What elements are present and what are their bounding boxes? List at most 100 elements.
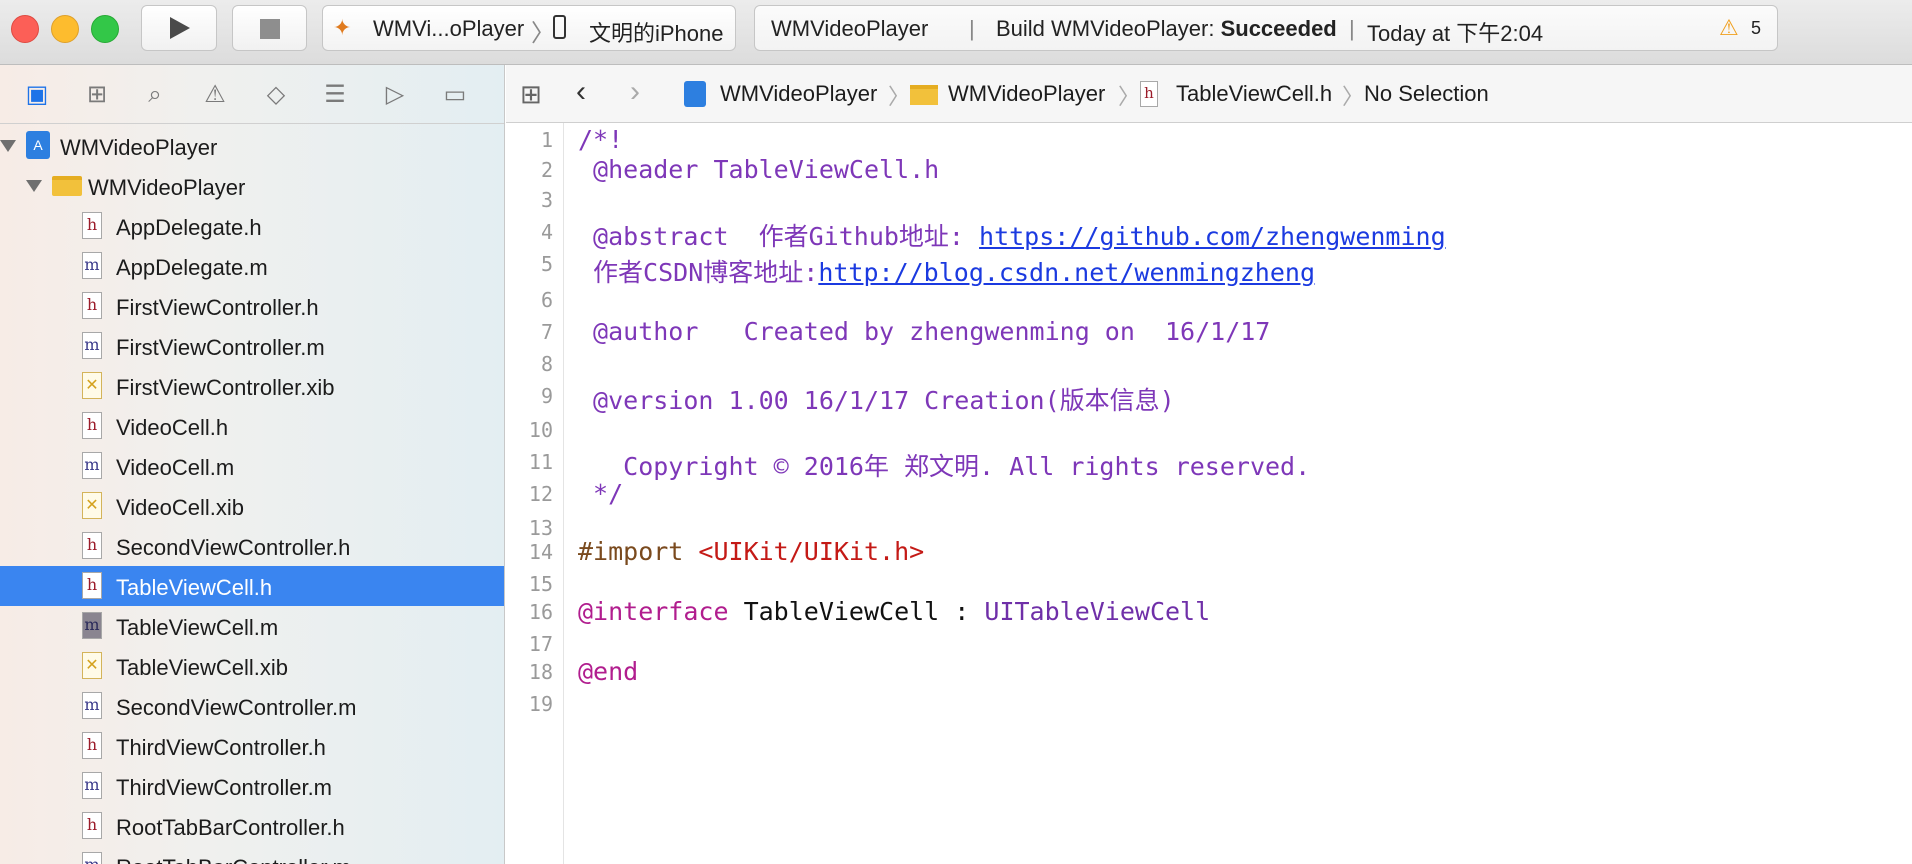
implementation-file-icon: m — [82, 252, 102, 279]
warning-icon[interactable]: ⚠ — [1719, 15, 1739, 41]
test-icon[interactable]: ◇ — [259, 78, 293, 112]
hierarchy-icon[interactable]: ⊞ — [80, 78, 114, 112]
line-number: 19 — [528, 692, 553, 716]
file-row[interactable]: m FirstViewController.m — [0, 326, 504, 366]
project-name: WMVideoPlayer — [60, 135, 218, 160]
file-row[interactable]: m SecondViewController.m — [0, 686, 504, 726]
code-line-11: Copyright © 2016年 郑文明. All rights reserv… — [578, 452, 1311, 481]
header-file-icon: h — [82, 732, 102, 759]
related-items-icon[interactable]: ⊞ — [520, 79, 542, 110]
file-row[interactable]: h VideoCell.h — [0, 406, 504, 446]
warning-count[interactable]: 5 — [1751, 18, 1761, 39]
jumpbar-project[interactable]: WMVideoPlayer — [720, 81, 877, 107]
toolbar: ✦ WMVi...oPlayer 〉 文明的iPhone WMVideoPlay… — [0, 0, 1912, 65]
build-result: Succeeded — [1220, 16, 1337, 41]
file-name: VideoCell.h — [116, 415, 229, 440]
folder-icon — [52, 176, 82, 196]
group-name: WMVideoPlayer — [88, 175, 246, 200]
code-line-5: 作者CSDN博客地址:http://blog.csdn.net/wenmingz… — [578, 253, 1315, 289]
code-line-14: #import <UIKit/UIKit.h> — [578, 537, 924, 566]
header-file-icon: h — [82, 532, 102, 559]
debug-icon[interactable]: ☰ — [318, 78, 352, 112]
file-row[interactable]: m TableViewCell.m — [0, 606, 504, 646]
header-file-icon: h — [82, 212, 102, 239]
iphone-icon — [553, 15, 566, 39]
header-file-icon: h — [82, 572, 102, 599]
file-name: ThirdViewController.m — [116, 775, 333, 800]
code-editor[interactable]: /*! @header TableViewCell.h @abstract 作者… — [578, 123, 1898, 864]
forward-arrow-icon[interactable]: › — [630, 75, 640, 109]
app-target-icon: ✦ — [333, 15, 352, 40]
file-row[interactable]: h RootTabBarController.h — [0, 806, 504, 846]
tree-group-row[interactable]: WMVideoPlayer — [0, 166, 504, 206]
implementation-file-icon: m — [82, 692, 102, 719]
file-row[interactable]: h SecondViewController.h — [0, 526, 504, 566]
breakpoint-icon[interactable]: ▷ — [378, 78, 412, 112]
file-row[interactable]: ✕ TableViewCell.xib — [0, 646, 504, 686]
implementation-file-icon: m — [82, 452, 102, 479]
file-row[interactable]: h FirstViewController.h — [0, 286, 504, 326]
line-number: 3 — [540, 188, 553, 212]
line-number: 7 — [540, 320, 553, 344]
disclosure-triangle-icon[interactable] — [0, 140, 16, 152]
disclosure-triangle-icon[interactable] — [26, 180, 42, 192]
file-name: FirstViewController.m — [116, 335, 325, 360]
file-row[interactable]: m ThirdViewController.m — [0, 766, 504, 806]
tree-project-row[interactable]: A WMVideoPlayer — [0, 126, 504, 166]
file-name: VideoCell.m — [116, 455, 235, 480]
line-number: 18 — [528, 660, 553, 684]
csdn-link[interactable]: http://blog.csdn.net/wenmingzheng — [818, 258, 1315, 287]
folder-icon[interactable]: ▣ — [20, 78, 54, 112]
stop-icon — [260, 19, 280, 39]
file-name: TableViewCell.xib — [116, 655, 289, 680]
file-row[interactable]: m RootTabBarController.m — [0, 846, 504, 864]
file-row[interactable]: h TableViewCell.h — [0, 566, 504, 606]
chevron-right-icon: 〉 — [1118, 84, 1141, 109]
implementation-file-icon: m — [82, 852, 102, 864]
code-line-12: */ — [578, 479, 624, 508]
code-line-7: @author Created by zhengwenming on 16/1/… — [578, 317, 1271, 346]
run-button[interactable] — [141, 5, 217, 51]
line-number: 1 — [540, 128, 553, 152]
build-status: Build WMVideoPlayer: Succeeded — [996, 16, 1337, 42]
file-row[interactable]: h AppDelegate.h — [0, 206, 504, 246]
code-line-4: @abstract 作者Github地址: https://github.com… — [578, 217, 1446, 253]
file-row[interactable]: m VideoCell.m — [0, 446, 504, 486]
code-line-1: /*! — [578, 125, 624, 154]
file-row[interactable]: m AppDelegate.m — [0, 246, 504, 286]
warning-icon[interactable]: ⚠ — [198, 78, 232, 112]
close-window-button[interactable] — [11, 15, 39, 43]
xcode-project-icon — [684, 81, 706, 107]
search-icon[interactable]: ⌕ — [138, 78, 172, 112]
header-file-icon: h — [82, 412, 102, 439]
report-icon[interactable]: ▭ — [438, 78, 472, 112]
jumpbar-group[interactable]: WMVideoPlayer — [948, 81, 1105, 107]
file-name: SecondViewController.h — [116, 535, 351, 560]
chevron-right-icon: 〉 — [1342, 84, 1365, 109]
file-row[interactable]: ✕ FirstViewController.xib — [0, 366, 504, 406]
minimize-window-button[interactable] — [51, 15, 79, 43]
jumpbar-selection[interactable]: No Selection — [1364, 81, 1489, 107]
comment-text: @abstract 作者Github地址: — [578, 222, 980, 251]
scheme-selector[interactable]: ✦ WMVi...oPlayer 〉 文明的iPhone — [322, 5, 736, 51]
code-line-16: @interface TableViewCell : UITableViewCe… — [578, 597, 1210, 626]
navigator-tabs: ▣ ⊞ ⌕ ⚠ ◇ ☰ ▷ ▭ — [0, 65, 504, 124]
code-line-18: @end — [578, 657, 639, 686]
line-number: 15 — [528, 572, 553, 596]
import-path: <UIKit/UIKit.h> — [698, 537, 925, 566]
file-name: AppDelegate.h — [116, 215, 262, 240]
stop-button[interactable] — [232, 5, 307, 51]
jump-bar: ⊞ ‹ › WMVideoPlayer 〉 WMVideoPlayer 〉 h … — [506, 65, 1912, 123]
file-row[interactable]: h ThirdViewController.h — [0, 726, 504, 766]
github-link[interactable]: https://github.com/zhengwenming — [979, 222, 1446, 251]
chevron-right-icon: 〉 — [531, 20, 555, 47]
file-name: RootTabBarController.h — [116, 815, 345, 840]
back-arrow-icon[interactable]: ‹ — [576, 75, 586, 109]
divider: | — [969, 16, 975, 41]
file-name: VideoCell.xib — [116, 495, 245, 520]
zoom-window-button[interactable] — [91, 15, 119, 43]
implementation-file-icon: m — [82, 612, 102, 639]
line-number: 16 — [528, 600, 553, 624]
file-row[interactable]: ✕ VideoCell.xib — [0, 486, 504, 526]
jumpbar-file[interactable]: TableViewCell.h — [1176, 81, 1332, 107]
